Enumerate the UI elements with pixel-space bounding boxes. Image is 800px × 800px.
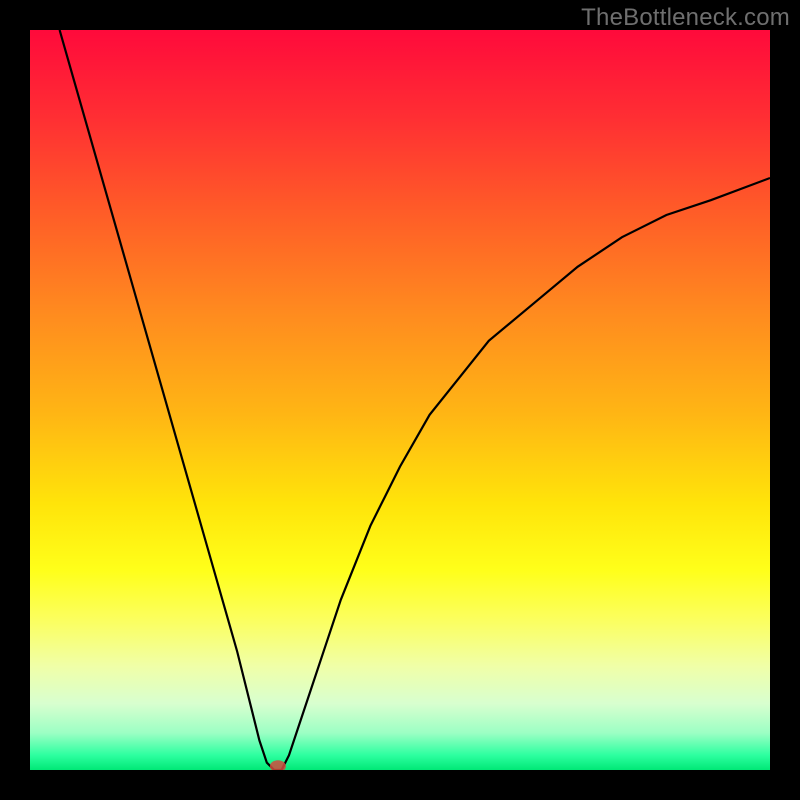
marker-dot: [270, 760, 286, 770]
watermark-text: TheBottleneck.com: [581, 4, 790, 32]
chart-frame: TheBottleneck.com: [0, 0, 800, 800]
plot-area: [30, 30, 770, 770]
bottleneck-curve: [60, 30, 770, 770]
chart-svg: [30, 30, 770, 770]
